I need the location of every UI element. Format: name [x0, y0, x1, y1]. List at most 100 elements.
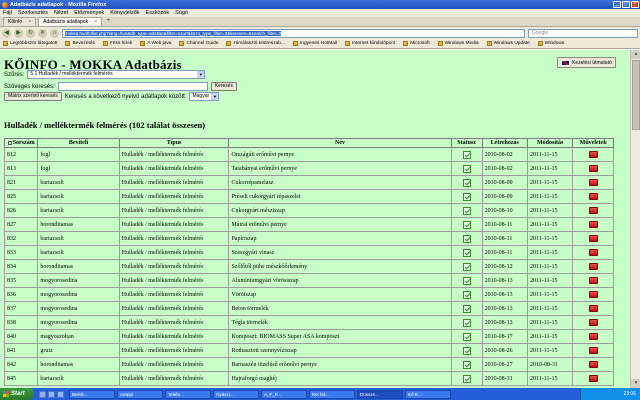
column-header-modified[interactable]: Módosítás: [526, 138, 574, 148]
home-icon[interactable]: ⌂: [50, 28, 59, 38]
table-row[interactable]: 841 gruiz Hulladék / melléktermék felmérés…: [3, 343, 614, 358]
table-row[interactable]: 842 boronditamas Hulladék / melléktermék f…: [3, 357, 614, 372]
cell-name[interactable]: Préselt cukorgyári répaszelet: [228, 189, 452, 204]
cell-name[interactable]: Hajraforgó maghéj: [228, 371, 452, 386]
table-row[interactable]: 826 bartazsolt Hulladék / melléktermék fel…: [3, 203, 614, 218]
view-datasheet-icon[interactable]: [588, 319, 598, 326]
web-search-input[interactable]: Google: [528, 28, 638, 38]
scrollbar-thumb[interactable]: [632, 60, 640, 130]
view-datasheet-icon[interactable]: [588, 207, 598, 214]
bookmark-item[interactable]: Friss hírek: [102, 41, 132, 46]
taskbar-item[interactable]: Dossze...: [357, 389, 403, 399]
taskbar-item[interactable]: csüppi: [117, 389, 163, 399]
table-row[interactable]: 833 bartazsolt Hulladék / melléktermék fel…: [3, 245, 614, 260]
cell-id[interactable]: 834: [3, 259, 39, 274]
cell-name[interactable]: Beton törmelék: [228, 301, 452, 316]
stop-icon[interactable]: ✕: [38, 28, 47, 38]
view-datasheet-icon[interactable]: [588, 165, 598, 172]
table-row[interactable]: 832 bartazsolt Hulladék / melléktermék fel…: [3, 231, 614, 246]
view-datasheet-icon[interactable]: [588, 249, 598, 256]
taskbar-item[interactable]: Kő-E...: [405, 389, 451, 399]
cell-id[interactable]: 835: [3, 273, 39, 288]
column-header-status[interactable]: Státusz: [450, 138, 483, 148]
view-datasheet-icon[interactable]: [588, 179, 598, 186]
back-arrow-icon[interactable]: ◀: [2, 28, 11, 38]
cell-id[interactable]: 845: [3, 371, 39, 386]
search-input[interactable]: [57, 82, 208, 91]
bookmark-item[interactable]: Windows: [537, 41, 564, 46]
cell-id[interactable]: 837: [3, 301, 39, 316]
cell-id[interactable]: 826: [3, 203, 39, 218]
menu-edit[interactable]: Szerkesztés: [18, 10, 48, 16]
tab-adatlapok[interactable]: Adatbázis adatlapok ×: [38, 17, 103, 26]
view-datasheet-icon[interactable]: [588, 361, 598, 368]
close-icon[interactable]: ×: [28, 19, 31, 25]
cell-id[interactable]: 821: [3, 175, 39, 190]
view-datasheet-icon[interactable]: [588, 221, 598, 228]
quick-launch-icon[interactable]: [57, 390, 64, 398]
bookmark-item[interactable]: Windows Update: [486, 41, 530, 46]
cell-id[interactable]: 841: [3, 343, 39, 358]
bookmark-item[interactable]: Hírválasztó testreszab...: [226, 41, 285, 46]
column-header-created[interactable]: Létrehozás: [481, 138, 528, 148]
cell-name[interactable]: Szőlőtől pühe mészkőőrlemény: [228, 259, 452, 274]
bookmark-item[interactable]: Ingyenes HotMail: [292, 41, 337, 46]
column-header-entered-by[interactable]: Beviteli: [37, 138, 120, 148]
cell-id[interactable]: 838: [3, 315, 39, 330]
view-datasheet-icon[interactable]: [588, 263, 598, 270]
menu-tools[interactable]: Eszközök: [146, 10, 170, 16]
cell-id[interactable]: 832: [3, 231, 39, 246]
bookmark-item[interactable]: Channel Guide: [179, 41, 218, 46]
taskbar-item[interactable]: Gyászj...: [213, 389, 259, 399]
cell-name[interactable]: Cukorrépamelasz: [228, 175, 452, 190]
view-datasheet-icon[interactable]: [588, 375, 598, 382]
view-datasheet-icon[interactable]: [588, 291, 598, 298]
view-datasheet-icon[interactable]: [588, 347, 598, 354]
cell-name[interactable]: Tatabányai erőművi pernye: [228, 161, 452, 176]
cell-name[interactable]: Rothasztott szennyvíziszap: [228, 343, 452, 358]
close-icon[interactable]: ×: [94, 19, 97, 25]
tab-koinfo[interactable]: Kőinfo ×: [3, 17, 37, 26]
table-row[interactable]: 836 mogyorosedina Hulladék / melléktermék …: [3, 287, 614, 302]
forward-arrow-icon[interactable]: ▶: [14, 28, 23, 38]
menu-file[interactable]: Fájl: [3, 10, 12, 16]
view-datasheet-icon[interactable]: [588, 277, 598, 284]
cell-name[interactable]: Papíriszap: [228, 231, 452, 246]
column-header-id[interactable]: Sorszám: [3, 138, 39, 148]
bookmark-item[interactable]: Bevezetés: [65, 41, 95, 46]
view-datasheet-icon[interactable]: [588, 235, 598, 242]
cell-id[interactable]: 827: [3, 217, 39, 232]
cell-name[interactable]: Komposzt: BIOMASS Super ASA komposzt: [228, 329, 452, 344]
menu-bookmarks[interactable]: Könyvjelzők: [110, 10, 139, 16]
table-row[interactable]: 845 bartazsolt Hulladék / melléktermék fel…: [3, 371, 614, 386]
close-button[interactable]: ×: [631, 1, 639, 8]
help-button[interactable]: Kezelési útmutató: [557, 57, 616, 68]
bookmark-item[interactable]: Windows Media: [437, 41, 479, 46]
scroll-down-icon[interactable]: ▼: [631, 379, 640, 388]
language-select[interactable]: Magyar ▼: [189, 92, 220, 101]
quick-launch-icon[interactable]: [39, 390, 46, 398]
taskbar-item[interactable]: Re: fel...: [309, 389, 355, 399]
table-row[interactable]: 835 mogyorosedina Hulladék / melléktermék …: [3, 273, 614, 288]
matrix-search-button[interactable]: Mátrix szerinti keresés: [4, 92, 62, 101]
table-row[interactable]: 838 mogyorosedina Hulladék / melléktermék …: [3, 315, 614, 330]
cell-name[interactable]: Tégla törmelék: [228, 315, 452, 330]
cell-id[interactable]: 812: [3, 147, 39, 162]
cell-name[interactable]: Cukorgyári mésziszap: [228, 203, 452, 218]
cell-id[interactable]: 842: [3, 357, 39, 372]
table-row[interactable]: 840 magyoszoltan Hulladék / melléktermék f…: [3, 329, 614, 344]
cell-id[interactable]: 840: [3, 329, 39, 344]
table-row[interactable]: 834 boronditamas Hulladék / melléktermék f…: [3, 259, 614, 274]
view-datasheet-icon[interactable]: [588, 193, 598, 200]
cell-name[interactable]: Barnaszén tüzelésű erőművi pernye: [228, 357, 452, 372]
scroll-up-icon[interactable]: ▲: [631, 50, 640, 59]
taskbar-item[interactable]: A_F_P...: [261, 389, 307, 399]
quick-launch-icon[interactable]: [48, 390, 55, 398]
cell-id[interactable]: 813: [3, 161, 39, 176]
bookmark-item[interactable]: Legtöbbször látogatott: [3, 41, 57, 46]
table-row[interactable]: 825 bartazsolt Hulladék / melléktermék fel…: [3, 189, 614, 204]
cell-name[interactable]: Országúti erőművi pernye: [228, 147, 452, 162]
menu-help[interactable]: Súgó: [175, 10, 188, 16]
bookmark-item[interactable]: Microsoft: [403, 41, 430, 46]
vertical-scrollbar[interactable]: ▲ ▼: [630, 50, 640, 388]
